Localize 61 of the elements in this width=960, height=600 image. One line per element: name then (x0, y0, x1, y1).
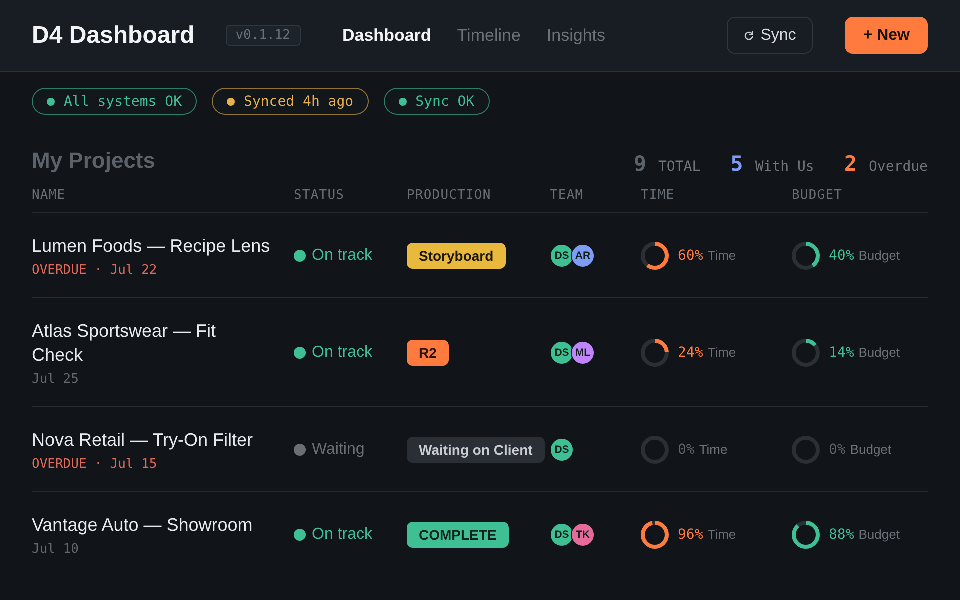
section-title: My Projects (32, 148, 156, 174)
stat-value: 9 (634, 152, 646, 176)
avatar: DS (550, 438, 574, 462)
version-badge: v0.1.12 (226, 25, 300, 46)
project-name: Nova Retail — Try-On Filter (32, 429, 254, 452)
budget-progress-ring (792, 339, 820, 367)
stat-value: 5 (730, 152, 744, 176)
time-reading: 0% Time (678, 441, 728, 459)
stat-label: TOTAL (658, 159, 701, 175)
column-header: NAME (32, 188, 66, 203)
stat-label: Overdue (868, 159, 928, 175)
production-tag: Waiting on Client (407, 437, 545, 463)
status-label: Waiting (312, 441, 365, 459)
avatar: AR (571, 244, 595, 268)
budget-progress-ring (792, 436, 820, 464)
stat-value: 2 (844, 152, 857, 176)
time-reading: 24% Time (678, 344, 736, 362)
production-tag: COMPLETE (407, 522, 509, 548)
column-header: STATUS (294, 188, 345, 203)
avatar: DS (550, 341, 574, 365)
status-label: On track (312, 247, 372, 265)
column-header: TIME (641, 188, 675, 203)
refresh-icon (744, 30, 754, 40)
new-button[interactable]: + New (845, 17, 928, 54)
time-progress-ring (641, 521, 669, 549)
app-title: D4 Dashboard (32, 22, 195, 50)
project-name: Atlas Sportswear — Fit Check (32, 320, 218, 367)
column-header: BUDGET (792, 188, 843, 203)
due-date: OVERDUE · Jul 15 (32, 457, 158, 472)
time-reading: 60% Time (678, 247, 736, 265)
column-header: TEAM (550, 188, 584, 203)
stat-label: With Us (755, 159, 814, 175)
time-reading: 96% Time (678, 526, 736, 544)
status-pill-label: All systems OK (64, 94, 182, 110)
project-name: Lumen Foods — Recipe Lens (32, 235, 271, 258)
status-pill-label: Sync OK (416, 94, 475, 110)
avatar: ML (571, 341, 595, 365)
budget-progress-ring (792, 242, 820, 270)
avatar: TK (571, 523, 595, 547)
nav-tab[interactable]: Dashboard (342, 26, 432, 46)
production-tag: R2 (407, 340, 449, 366)
status-label: On track (312, 526, 372, 544)
due-date: Jul 10 (32, 542, 79, 557)
project-name: Vantage Auto — Showroom (32, 514, 254, 537)
budget-progress-ring (792, 521, 820, 549)
time-progress-ring (641, 242, 669, 270)
due-date: OVERDUE · Jul 22 (32, 263, 158, 278)
avatar: DS (550, 244, 574, 268)
status-label: On track (312, 344, 372, 362)
budget-reading: 40% Budget (829, 247, 900, 265)
budget-reading: 88% Budget (829, 526, 900, 544)
avatar: DS (550, 523, 574, 547)
production-tag: Storyboard (407, 243, 506, 269)
column-header: PRODUCTION (407, 188, 492, 203)
budget-reading: 14% Budget (829, 344, 900, 362)
sync-button[interactable]: Sync (726, 17, 814, 54)
due-date: Jul 25 (32, 372, 79, 387)
budget-reading: 0% Budget (829, 441, 892, 459)
time-progress-ring (641, 436, 669, 464)
time-progress-ring (641, 339, 669, 367)
status-pill-label: Synced 4h ago (244, 94, 354, 110)
